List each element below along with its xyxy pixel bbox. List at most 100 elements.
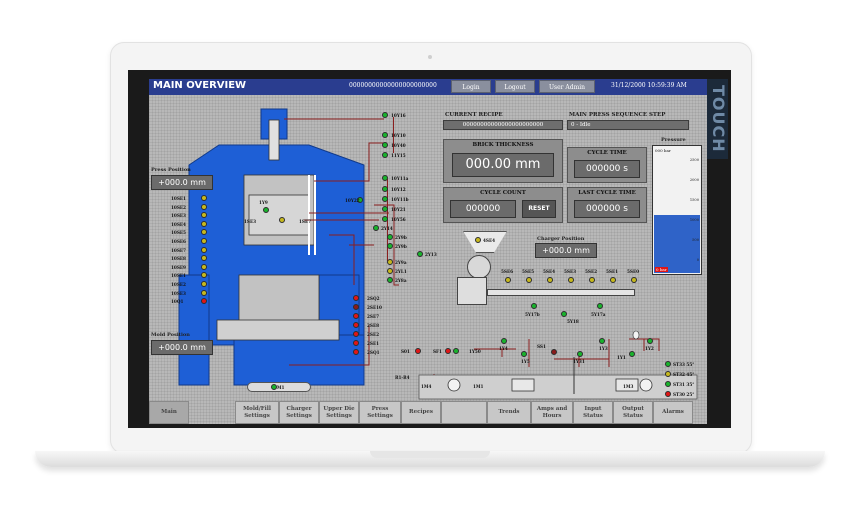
hyd-ss1: SS1: [537, 344, 546, 349]
valve-label: 2Y9b: [395, 235, 407, 240]
left-sensor-label: 10SE9: [171, 264, 186, 270]
header-bar: MAIN OVERVIEW 00000000000000000000000 Lo…: [149, 79, 707, 95]
nav-mold-fill-settings[interactable]: Mold/Fill Settings: [235, 401, 279, 424]
charger-sensor-label: 5SE2: [585, 269, 598, 274]
datetime: 31/12/2000 10:59:39 AM: [611, 82, 687, 89]
press-sequence-value: 0 - Idle: [567, 120, 689, 130]
nav-trends[interactable]: Trends: [487, 401, 531, 424]
charger-sensor-indicator: [589, 277, 595, 283]
brick-thickness-value: 000.00 mm: [452, 153, 554, 177]
cycle-count-panel: CYCLE COUNT 000000 RESET: [443, 187, 563, 223]
hopper-tag: 4SE4: [483, 238, 496, 243]
touch-brand-label: TOUCH: [706, 79, 728, 159]
left-sensor-label: 10SE7: [171, 247, 186, 253]
hyd-s01: S01: [401, 349, 410, 354]
valve-indicator: [387, 234, 393, 240]
hyd-y3: 1Y3: [599, 346, 608, 351]
charger-sensor-label: 5SE5: [522, 269, 535, 274]
valve-indicator: [382, 152, 388, 158]
left-sensor-label: 10Q1: [171, 299, 184, 305]
charger-sensor-indicator: [526, 277, 532, 283]
charger-valve-a: 5Y17b: [525, 312, 540, 317]
nav-blank: [441, 401, 487, 424]
valve-indicator: [417, 251, 423, 257]
press-tag-se7: 1SE7: [299, 219, 312, 224]
motor-3m1: 3M1: [247, 382, 311, 392]
hyd-indicator: [599, 338, 605, 344]
valve-label: 2Y8a: [395, 278, 407, 283]
left-sensor-label: 10SE5: [171, 230, 186, 236]
mold-position-label: Mold Position: [151, 332, 190, 338]
left-sensor-label: 10SE2: [171, 282, 186, 287]
charger-sensor-label: 5SE3: [564, 269, 577, 274]
valve-label: 10Y56: [391, 217, 406, 222]
hyd-r1: R1-R4: [395, 375, 410, 380]
nav-charger-settings[interactable]: Charger Settings: [279, 401, 319, 424]
valve-label: 10Y16: [391, 113, 406, 118]
charger-sensor-label: 5SE1: [606, 269, 619, 274]
left-sensor-indicator: [201, 246, 207, 253]
valve-label: 2Y9a: [395, 260, 407, 265]
charger-sensor-indicator: [547, 277, 553, 283]
nav-output-status[interactable]: Output Status: [613, 401, 653, 424]
nav-amps-and-hours[interactable]: Amps and Hours: [531, 401, 573, 424]
sq-sensor-indicator: [353, 313, 359, 319]
sq-sensor-label: 2SE1: [367, 341, 380, 346]
press-tag-se3: 1SE3: [244, 219, 257, 224]
user-admin-button[interactable]: User Admin: [539, 80, 595, 93]
last-cycle-time-label: LAST CYCLE TIME: [578, 190, 636, 196]
left-sensor-label: 10SE6: [171, 239, 186, 244]
nav-recipes[interactable]: Recipes: [401, 401, 441, 424]
logout-button[interactable]: Logout: [495, 80, 535, 93]
charger-sensor-indicator: [631, 277, 637, 283]
brick-thickness-label: BRICK THICKNESS: [472, 142, 534, 148]
hyd-y5: 1Y5: [521, 359, 530, 364]
reset-button[interactable]: RESET: [522, 200, 556, 218]
press-indicator: [279, 217, 285, 223]
hyd-y4: 1Y4: [499, 346, 508, 351]
nav-press-settings[interactable]: Press Settings: [359, 401, 401, 424]
hyd-indicator: [629, 351, 635, 357]
left-sensor-label: 10SE1: [171, 196, 186, 201]
hyd-y31: 1Y31: [573, 359, 585, 364]
press-position-value: +000.0 mm: [151, 175, 213, 190]
charger-position-value: +000.0 mm: [535, 243, 597, 258]
valve-indicator: [387, 268, 393, 274]
hyd-m1: 1M1: [473, 384, 484, 389]
nav-main[interactable]: Main: [149, 401, 189, 424]
left-sensor-label: 10SE1: [171, 273, 186, 279]
charger-position-label: Charger Position: [537, 236, 585, 242]
temperature-label: ST30 25°: [673, 392, 695, 397]
valve-indicator: [382, 206, 388, 212]
left-sensor-label: 10SE3: [171, 290, 186, 296]
left-sensor-label: 10SE4: [171, 221, 186, 227]
press-tag-y22: 10Y22: [345, 198, 360, 203]
valve-indicator: [373, 225, 379, 231]
charger-rail: [487, 289, 635, 296]
valve-indicator: [382, 216, 388, 222]
laptop-notch: [370, 451, 490, 458]
hyd-m4: 1M4: [421, 384, 432, 389]
cycle-count-label: CYCLE COUNT: [480, 190, 526, 196]
valve-indicator: [382, 196, 388, 202]
valve-label: 2Y9b: [395, 244, 407, 249]
valve-indicator: [382, 112, 388, 118]
login-button[interactable]: Login: [451, 80, 491, 93]
press-sequence-label: MAIN PRESS SEQUENCE STEP: [569, 112, 666, 118]
sq-sensor-label: 2SQ2: [367, 296, 380, 301]
hyd-m3: 1M3: [623, 384, 634, 389]
nav-upper-die-settings[interactable]: Upper Die Settings: [319, 401, 359, 424]
sq-sensor-label: 2SE10: [367, 305, 382, 310]
hyd-indicator: [551, 349, 557, 355]
nav-alarms[interactable]: Alarms: [653, 401, 693, 424]
valve-label: 10Y11a: [391, 176, 409, 181]
motor-indicator: [271, 384, 277, 390]
hyd-y2: 1Y2: [645, 346, 654, 351]
pressure-tick-label: 1500: [689, 198, 699, 202]
nav-input-status[interactable]: Input Status: [573, 401, 613, 424]
valve-label: 10Y40: [391, 143, 406, 148]
mold-position-value: +000.0 mm: [151, 340, 213, 355]
cycle-time-label: CYCLE TIME: [587, 150, 627, 156]
left-sensor-label: 10SE8: [171, 256, 186, 262]
temperature-label: ST31 35°: [673, 382, 695, 387]
